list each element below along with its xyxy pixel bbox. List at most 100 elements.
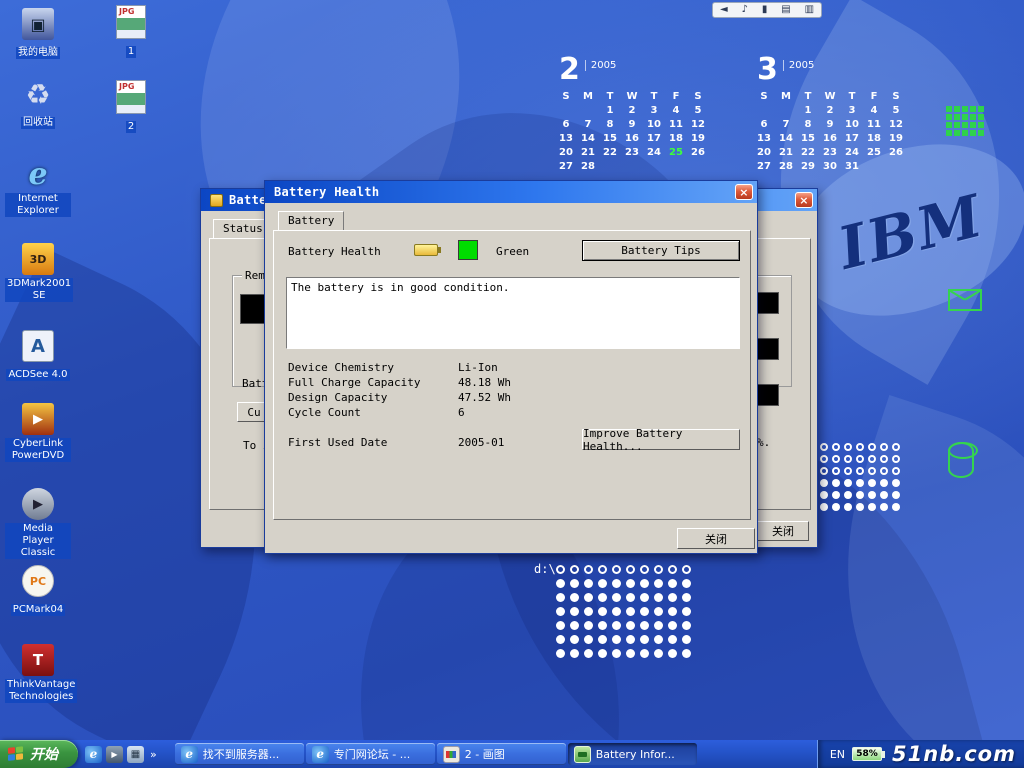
taskbar-task-battery[interactable]: Battery Infor... (568, 743, 697, 765)
decor-dot (682, 621, 691, 630)
calendar-date: 2 (621, 104, 643, 118)
file-icon-jpg[interactable]: JPG2 (98, 80, 164, 133)
desktop-icon-threedmark[interactable]: 3D3DMark2001 SE (5, 243, 71, 302)
decor-dot (584, 649, 593, 658)
desktop-icon-acdsee[interactable]: AACDSee 4.0 (5, 330, 71, 381)
improve-battery-health-button[interactable]: Improve Battery Health... (582, 429, 740, 450)
battery-health-titlebar[interactable]: Battery Health × (265, 181, 757, 203)
calendar-day-header: T (841, 90, 863, 104)
file-icon-jpg[interactable]: JPG1 (98, 5, 164, 58)
drive-label: d:\ (534, 562, 556, 576)
quick-launch-overflow-chevron[interactable]: » (148, 748, 159, 761)
powerdvd-icon: ▶ (22, 403, 54, 435)
battery-app-icon (210, 194, 223, 207)
battery-field-row: Full Charge Capacity48.18 Wh (288, 376, 588, 391)
desktop-icon-computer[interactable]: ▣我的电脑 (5, 8, 71, 59)
desktop-icon-thinkvantage[interactable]: TThinkVantage Technologies (5, 644, 71, 703)
taskbar-task-ie[interactable]: 专门网论坛 - ... (306, 743, 435, 765)
decor-dot (856, 503, 864, 511)
condition-textbox[interactable]: The battery is in good condition. (286, 277, 740, 349)
decor-dot (654, 593, 663, 602)
decor-dot (612, 621, 621, 630)
decor-dot (856, 455, 864, 463)
field-value: 48.18 Wh (458, 376, 511, 391)
calendar-date: 26 (687, 146, 709, 160)
jpg-file-icon: JPG (116, 80, 146, 114)
file-label: 1 (126, 46, 136, 58)
calendar-date: 5 (885, 104, 907, 118)
desktop-icon-pcmark[interactable]: PCPCMark04 (5, 565, 71, 616)
computer-icon: ▣ (22, 8, 54, 40)
calendar-grid: SMTWTFS123456789101112131415161718192021… (555, 90, 713, 174)
calendar-day-header: T (797, 90, 819, 104)
calendar-date: 27 (753, 160, 775, 174)
battery-indicator[interactable]: 58% (852, 747, 885, 761)
desktop-icon-ie[interactable]: eInternet Explorer (5, 158, 71, 217)
field-value: 2005-01 (458, 436, 504, 451)
decor-dot (570, 607, 579, 616)
decor-dot (556, 649, 565, 658)
calendar-day-header: S (885, 90, 907, 104)
calendar-date: 12 (885, 118, 907, 132)
battery-tips-button[interactable]: Battery Tips (582, 240, 740, 261)
desktop-icon-recycle[interactable]: ♻回收站 (5, 78, 71, 129)
calendar-date: 25 (665, 146, 687, 160)
decor-dot (820, 443, 828, 451)
decor-dot (668, 565, 677, 574)
window-close-button[interactable]: 关闭 (757, 521, 809, 541)
calendar-date: 4 (665, 104, 687, 118)
decor-dot (682, 607, 691, 616)
calendar-month-number: 3 (757, 55, 778, 85)
calendar-march: 3 2005 SMTWTFS12345678910111213141516171… (753, 55, 911, 174)
decor-dot (640, 649, 649, 658)
calendar-date: 22 (797, 146, 819, 160)
task-buttons: 找不到服务器...专门网论坛 - ...2 - 画图Battery Infor.… (174, 743, 698, 765)
calendar-day-header: F (665, 90, 687, 104)
decor-dot (556, 565, 565, 574)
calendar-day-header: W (819, 90, 841, 104)
dialog-close-button[interactable]: 关闭 (677, 528, 755, 549)
language-indicator[interactable]: EN (830, 748, 845, 761)
desktop-icon-mpc[interactable]: ▶Media Player Classic (5, 488, 71, 559)
decor-dot (892, 491, 900, 499)
status-gauge (757, 338, 779, 360)
calendar-date: 15 (797, 132, 819, 146)
decor-dot (820, 479, 828, 487)
decor-green-cell (954, 106, 960, 112)
calendar-date (599, 160, 621, 174)
taskbar-task-ie[interactable]: 找不到服务器... (175, 743, 304, 765)
tab-battery[interactable]: Battery (278, 211, 344, 230)
decor-dot (856, 479, 864, 487)
decor-green-cell (954, 114, 960, 120)
desktop-icon-label: Media Player Classic (5, 523, 71, 559)
close-icon[interactable]: × (795, 192, 813, 208)
calendar-day-header: S (555, 90, 577, 104)
decor-green-cell (954, 130, 960, 136)
decor-green-cell (970, 122, 976, 128)
media-icon[interactable] (106, 746, 123, 763)
decor-dot (856, 443, 864, 451)
decor-green-cell (946, 114, 952, 120)
decor-dot (844, 491, 852, 499)
desktop-icon-powerdvd[interactable]: ▶CyberLink PowerDVD (5, 403, 71, 462)
ie-icon[interactable] (85, 746, 102, 763)
calendar-date (555, 104, 577, 118)
ie-icon (312, 746, 329, 763)
calendar-date: 7 (775, 118, 797, 132)
start-button[interactable]: 开始 (0, 740, 78, 768)
decor-dot (868, 479, 876, 487)
thinkvantage-icon: T (22, 644, 54, 676)
calendar-date: 23 (819, 146, 841, 160)
calendar-date (665, 160, 687, 174)
calendar-date: 16 (621, 132, 643, 146)
calendar-date: 30 (819, 160, 841, 174)
calendar-date: 27 (555, 160, 577, 174)
calendar-date: 21 (577, 146, 599, 160)
desktop-icon[interactable] (127, 746, 144, 763)
calendar-date: 14 (577, 132, 599, 146)
close-icon[interactable]: × (735, 184, 753, 200)
decor-dot (640, 607, 649, 616)
calendar-date (577, 104, 599, 118)
taskbar-task-paint[interactable]: 2 - 画图 (437, 743, 566, 765)
calendar-date: 26 (885, 146, 907, 160)
